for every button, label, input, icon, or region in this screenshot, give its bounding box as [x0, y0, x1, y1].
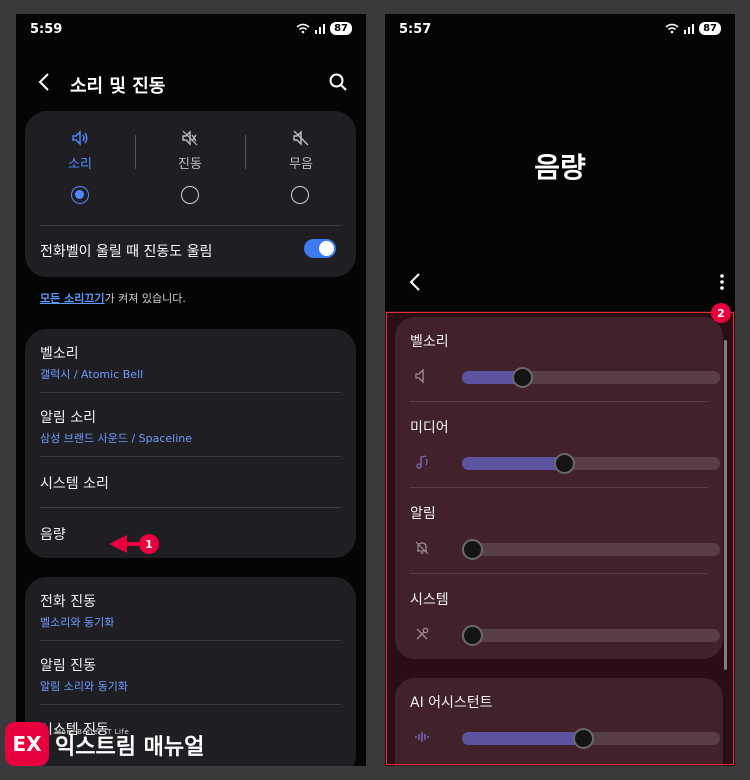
- logo-text: More Better IT Life 익스트림 매뉴얼: [55, 728, 204, 760]
- wifi-icon: [296, 23, 310, 34]
- item-title: 음량: [40, 527, 66, 543]
- mute-all-notice: 모든 소리끄기가 켜져 있습니다.: [40, 290, 186, 306]
- divider: [40, 640, 341, 641]
- notification-sound-item[interactable]: 알림 소리 삼성 브랜드 사운드 / Spaceline: [40, 407, 341, 446]
- item-subtitle: 벨소리와 동기화: [40, 616, 115, 629]
- divider: [40, 392, 341, 393]
- logo-name: 익스트림 매뉴얼: [55, 735, 205, 760]
- volume-item[interactable]: 음량: [40, 524, 341, 544]
- battery-indicator: 87: [330, 22, 352, 35]
- arrow-left-icon: [109, 535, 127, 553]
- step-badge: 1: [139, 534, 159, 554]
- sound-items-card: 벨소리 갤럭시 / Atomic Bell 알림 소리 삼성 브랜드 사운드 /…: [25, 329, 356, 558]
- page-title: 소리 및 진동: [70, 76, 166, 97]
- divider: [40, 507, 341, 508]
- search-button[interactable]: [328, 72, 354, 98]
- step-badge: 2: [711, 303, 731, 323]
- notice-text: 가 켜져 있습니다.: [104, 292, 186, 305]
- vibrate-on-ring-toggle[interactable]: [304, 239, 336, 258]
- item-title: 전화 진동: [40, 594, 96, 610]
- site-logo: EX More Better IT Life 익스트림 매뉴얼: [5, 722, 204, 766]
- status-icons: 87: [665, 22, 721, 35]
- item-subtitle: 갤럭시 / Atomic Bell: [40, 368, 144, 381]
- step-marker-1: 1: [109, 534, 159, 554]
- divider: [40, 704, 341, 705]
- highlight-box: [386, 312, 734, 765]
- status-bar: 5:57 87: [385, 14, 735, 48]
- app-bar: 소리 및 진동: [16, 66, 366, 106]
- back-button[interactable]: [409, 272, 421, 298]
- status-time: 5:59: [30, 22, 63, 37]
- back-button[interactable]: [38, 72, 50, 98]
- item-title: 벨소리: [40, 346, 79, 362]
- mode-mute[interactable]: 무음: [261, 129, 341, 172]
- signal-icon: [315, 24, 326, 34]
- speaker-icon: [72, 130, 88, 146]
- system-sound-item[interactable]: 시스템 소리: [40, 473, 341, 493]
- volume-screen: 5:57 87 음량 벨소리 미디어 알림 시스템 AI 어시스턴트 2: [385, 14, 735, 766]
- battery-indicator: 87: [699, 22, 721, 35]
- search-icon: [329, 73, 347, 91]
- radio-vibrate[interactable]: [181, 186, 199, 204]
- mute-all-link[interactable]: 모든 소리끄기: [40, 292, 105, 305]
- more-vertical-icon: [720, 274, 724, 290]
- status-time: 5:57: [399, 22, 432, 37]
- vibrate-on-ring-label: 전화벨이 울릴 때 진동도 울림: [40, 244, 213, 260]
- wifi-icon: [665, 23, 679, 34]
- divider: [40, 225, 341, 226]
- more-options-button[interactable]: [719, 272, 725, 296]
- item-subtitle: 삼성 브랜드 사운드 / Spaceline: [40, 432, 193, 445]
- item-title: 알림 소리: [40, 410, 96, 426]
- divider: [135, 135, 136, 169]
- notification-vibration-item[interactable]: 알림 진동 알림 소리와 동기화: [40, 655, 341, 694]
- mode-label: 무음: [289, 157, 313, 172]
- mute-icon: [293, 130, 309, 146]
- status-bar: 5:59 87: [16, 14, 366, 48]
- chevron-left-icon: [409, 273, 420, 291]
- mode-vibrate[interactable]: 진동: [150, 129, 230, 172]
- divider: [245, 135, 246, 169]
- mode-label: 진동: [178, 157, 202, 172]
- item-subtitle: 알림 소리와 동기화: [40, 680, 128, 693]
- call-vibration-item[interactable]: 전화 진동 벨소리와 동기화: [40, 591, 341, 630]
- status-icons: 87: [296, 22, 352, 35]
- ringtone-item[interactable]: 벨소리 갤럭시 / Atomic Bell: [40, 343, 341, 382]
- radio-sound[interactable]: [71, 186, 89, 204]
- mode-label: 소리: [68, 157, 92, 172]
- sound-settings-screen: 5:59 87 소리 및 진동 소리 진동 무음 전화벨이 울릴 때 진동도 울…: [16, 14, 366, 766]
- radio-mute[interactable]: [291, 186, 309, 204]
- vibrate-icon: [182, 130, 198, 146]
- sound-mode-card: 소리 진동 무음 전화벨이 울릴 때 진동도 울림: [25, 111, 356, 277]
- item-title: 시스템 소리: [40, 476, 109, 492]
- item-title: 알림 진동: [40, 658, 96, 674]
- page-title: 음량: [534, 151, 586, 184]
- signal-icon: [684, 24, 695, 34]
- mode-sound[interactable]: 소리: [40, 129, 120, 172]
- arrow-shaft: [127, 542, 139, 546]
- logo-mark: EX: [5, 722, 49, 766]
- chevron-left-icon: [38, 73, 49, 91]
- divider: [40, 456, 341, 457]
